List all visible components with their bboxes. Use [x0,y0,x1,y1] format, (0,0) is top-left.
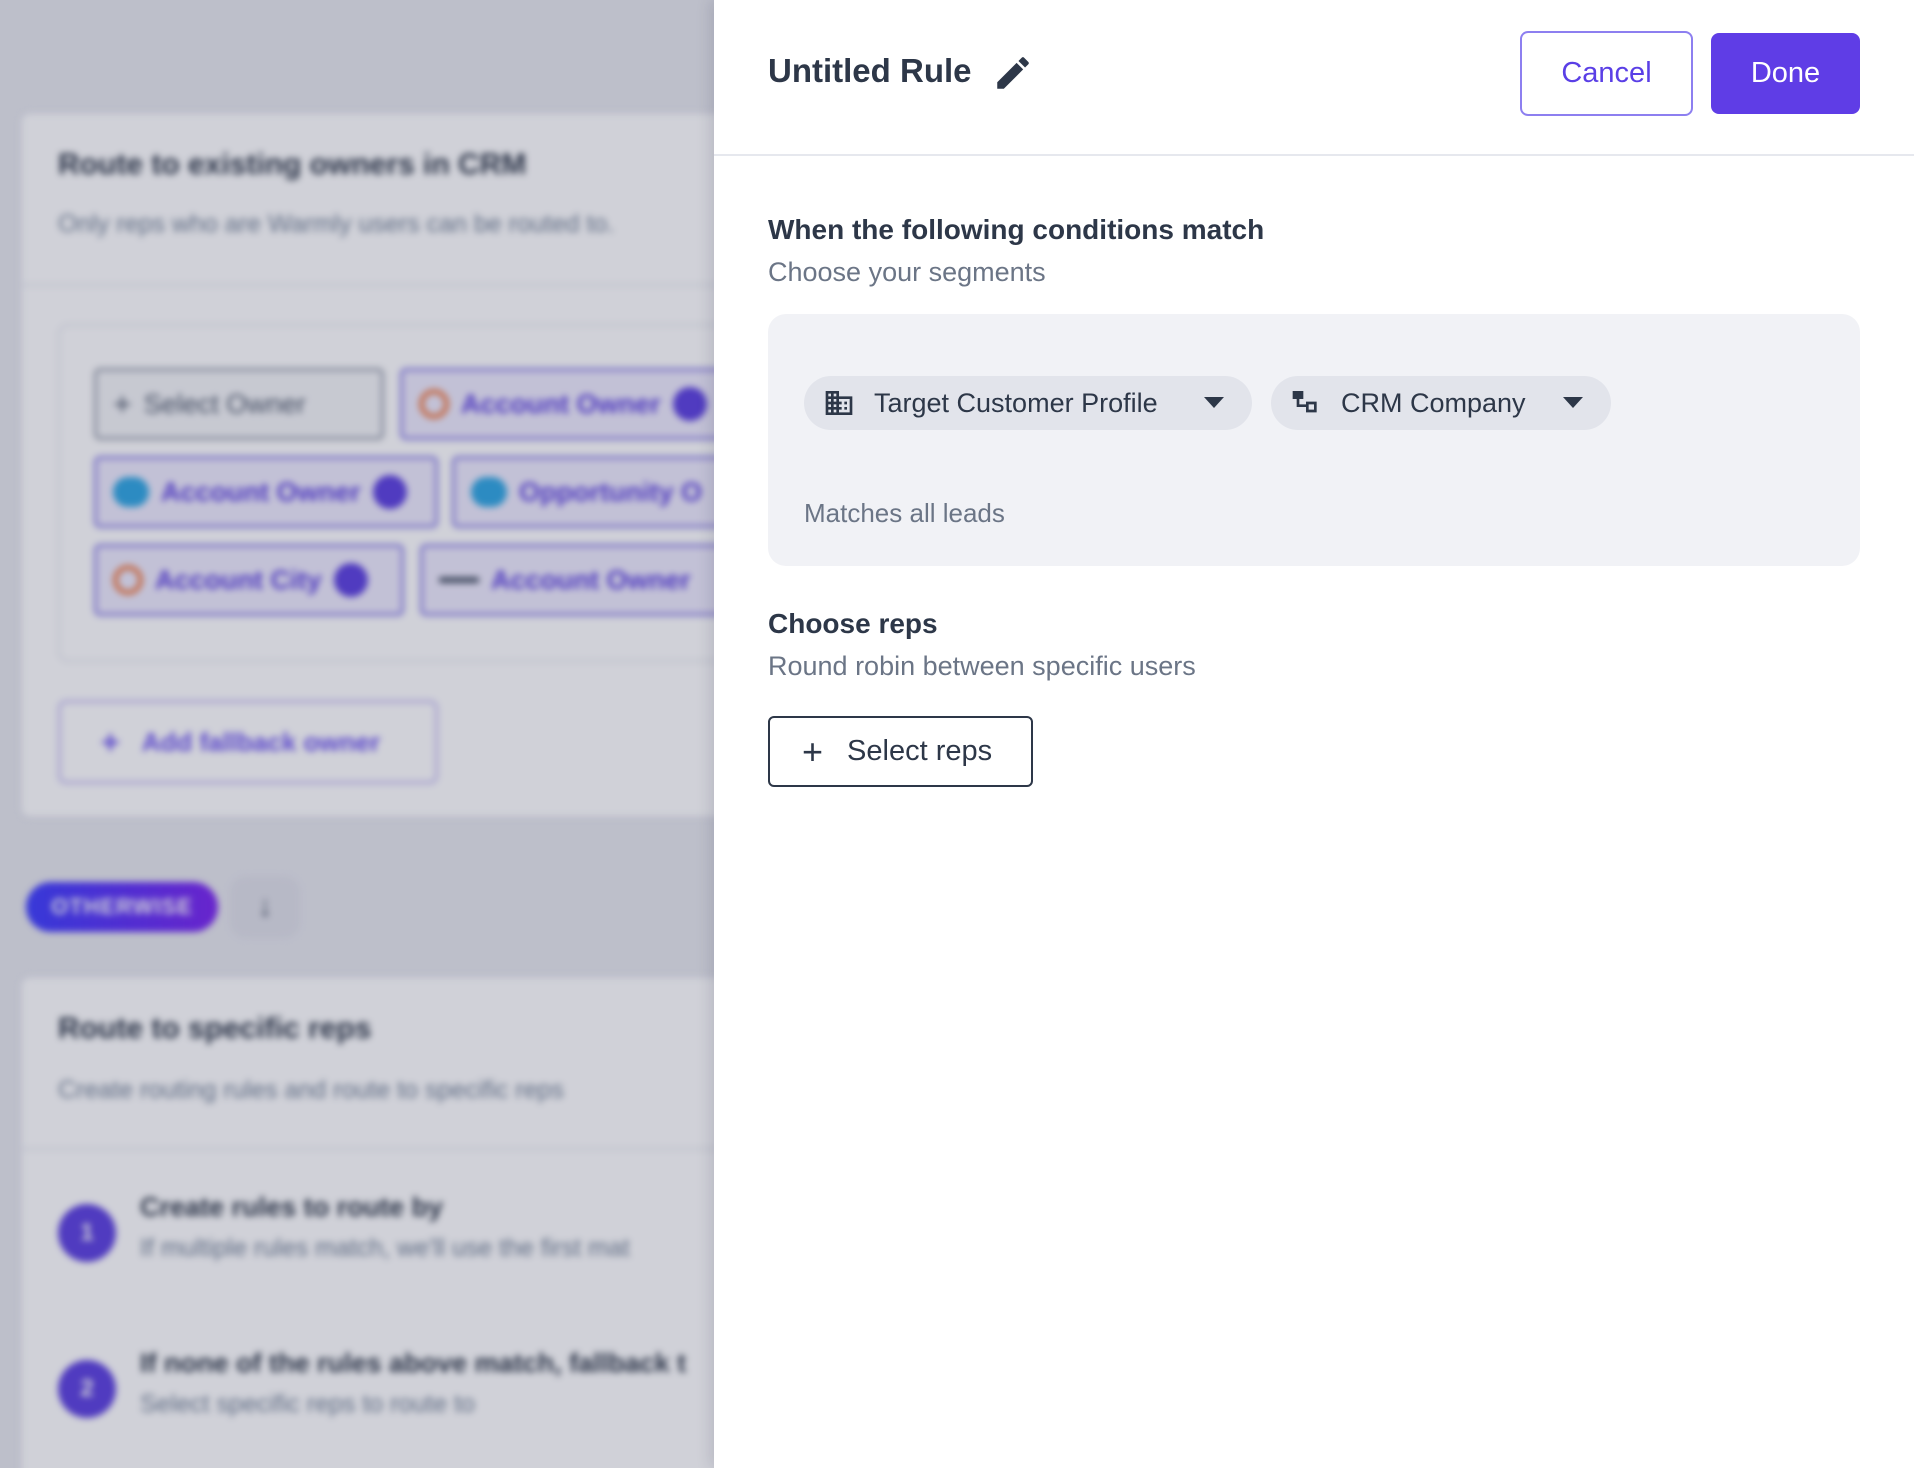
segment-dropdown-target-customer-profile[interactable]: Target Customer Profile [804,376,1252,430]
pencil-icon[interactable] [992,52,1034,94]
caret-down-icon [1563,397,1583,408]
rule-editor-drawer: Untitled Rule Cancel Done When the follo… [714,0,1914,1468]
building-icon [825,391,853,415]
select-reps-label: Select reps [847,735,993,767]
conditions-title: When the following conditions match [768,214,1265,245]
done-button[interactable]: Done [1711,33,1860,114]
select-reps-button[interactable]: + Select reps [768,716,1033,787]
segment-label: Target Customer Profile [874,387,1158,418]
rule-title: Untitled Rule [768,52,972,89]
modal-backdrop[interactable] [0,0,714,1468]
reps-subtitle: Round robin between specific users [768,651,1196,681]
reps-title: Choose reps [768,608,938,639]
conditions-panel: Target Customer Profile CRM Company Matc… [768,314,1860,566]
segment-label: CRM Company [1341,387,1526,418]
caret-down-icon [1204,397,1224,408]
org-chart-icon [1292,391,1317,413]
plus-icon: + [802,730,824,772]
matches-summary: Matches all leads [804,498,1005,528]
segment-dropdown-crm-company[interactable]: CRM Company [1271,376,1611,430]
conditions-subtitle: Choose your segments [768,257,1046,287]
cancel-button[interactable]: Cancel [1520,31,1693,116]
drawer-header: Untitled Rule Cancel Done [714,0,1914,156]
background-page: Route to existing owners in CRM Only rep… [0,0,714,1468]
